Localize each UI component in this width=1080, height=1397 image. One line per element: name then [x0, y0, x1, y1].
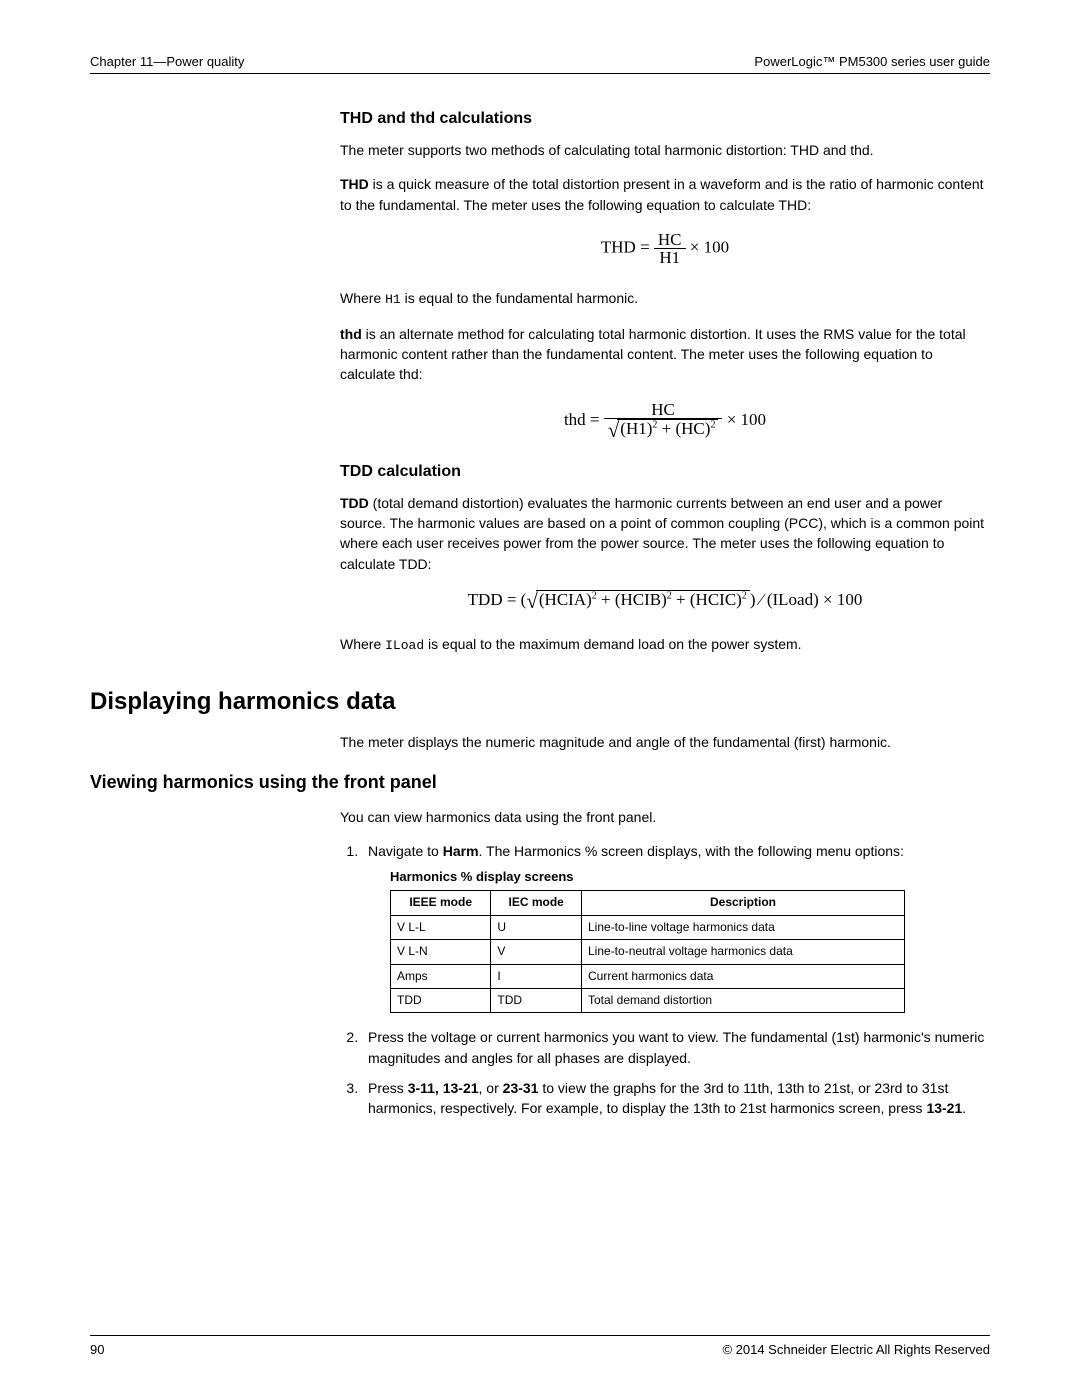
text: . The Harmonics % screen displays, with …: [479, 843, 904, 859]
table-header: IEC mode: [491, 891, 582, 915]
step-3: Press 3-11, 13-21, or 23-31 to view the …: [362, 1078, 990, 1119]
header-right: PowerLogic™ PM5300 series user guide: [754, 54, 990, 69]
code-text: H1: [385, 292, 401, 307]
text: is equal to the fundamental harmonic.: [401, 290, 638, 306]
term-bold: 3-11, 13-21: [408, 1080, 479, 1096]
table-row: TDD TDD Total demand distortion: [391, 988, 905, 1012]
equation-thd-upper: THD = HCH1 × 100: [340, 231, 990, 266]
harmonics-display-table: IEEE mode IEC mode Description V L-L U L…: [390, 890, 905, 1013]
table-header: IEEE mode: [391, 891, 491, 915]
table-cell: V L-N: [391, 940, 491, 964]
text: Where: [340, 636, 385, 652]
table-row: Amps I Current harmonics data: [391, 964, 905, 988]
paragraph: The meter displays the numeric magnitude…: [340, 732, 990, 752]
text: Press: [368, 1080, 408, 1096]
table-cell: TDD: [491, 988, 582, 1012]
heading-displaying-harmonics: Displaying harmonics data: [90, 688, 990, 716]
text: is an alternate method for calculating t…: [340, 326, 966, 383]
copyright: © 2014 Schneider Electric All Rights Res…: [722, 1342, 990, 1357]
paragraph: You can view harmonics data using the fr…: [340, 807, 990, 827]
text: Where: [340, 290, 385, 306]
header-left: Chapter 11—Power quality: [90, 54, 244, 69]
table-row: V L-L U Line-to-line voltage harmonics d…: [391, 915, 905, 939]
table-cell: TDD: [391, 988, 491, 1012]
table-row: V L-N V Line-to-neutral voltage harmonic…: [391, 940, 905, 964]
heading-tdd: TDD calculation: [340, 463, 990, 481]
paragraph: Where H1 is equal to the fundamental har…: [340, 288, 990, 310]
table-cell: Current harmonics data: [582, 964, 905, 988]
table-cell: I: [491, 964, 582, 988]
term-bold: 23-31: [503, 1080, 539, 1096]
table-cell: Line-to-neutral voltage harmonics data: [582, 940, 905, 964]
numbered-steps: Navigate to Harm. The Harmonics % screen…: [340, 841, 990, 1118]
term-bold: thd: [340, 326, 362, 342]
equation-tdd: TDD = (√(HCIA)2 + (HCIB)2 + (HCIC)2) ⁄ (…: [340, 590, 990, 612]
table-cell: Amps: [391, 964, 491, 988]
table-caption: Harmonics % display screens: [390, 868, 990, 887]
table-cell: V: [491, 940, 582, 964]
table-header: Description: [582, 891, 905, 915]
paragraph: The meter supports two methods of calcul…: [340, 140, 990, 160]
table-cell: U: [491, 915, 582, 939]
table-cell: Total demand distortion: [582, 988, 905, 1012]
paragraph: THD is a quick measure of the total dist…: [340, 174, 990, 215]
text: , or: [479, 1080, 503, 1096]
step-1: Navigate to Harm. The Harmonics % screen…: [362, 841, 990, 1013]
term-bold: THD: [340, 176, 369, 192]
table-cell: V L-L: [391, 915, 491, 939]
table-header-row: IEEE mode IEC mode Description: [391, 891, 905, 915]
text: (total demand distortion) evaluates the …: [340, 495, 984, 572]
text: is equal to the maximum demand load on t…: [424, 636, 801, 652]
term-bold: 13-21: [926, 1100, 962, 1116]
table-cell: Line-to-line voltage harmonics data: [582, 915, 905, 939]
page-footer: 90 © 2014 Schneider Electric All Rights …: [90, 1335, 990, 1357]
paragraph: TDD (total demand distortion) evaluates …: [340, 493, 990, 574]
page-number: 90: [90, 1342, 104, 1357]
code-text: ILoad: [385, 638, 424, 653]
paragraph: thd is an alternate method for calculati…: [340, 324, 990, 385]
term-bold: Harm: [443, 843, 479, 859]
heading-thd: THD and thd calculations: [340, 110, 990, 128]
text: .: [962, 1100, 966, 1116]
step-2: Press the voltage or current harmonics y…: [362, 1027, 990, 1068]
page-header: Chapter 11—Power quality PowerLogic™ PM5…: [90, 54, 990, 74]
text: is a quick measure of the total distorti…: [340, 176, 984, 212]
paragraph: Where ILoad is equal to the maximum dema…: [340, 634, 990, 656]
term-bold: TDD: [340, 495, 369, 511]
text: Navigate to: [368, 843, 443, 859]
equation-thd-lower: thd = HC√(H1)2 + (HC)2 × 100: [340, 401, 990, 441]
heading-viewing-harmonics: Viewing harmonics using the front panel: [90, 772, 990, 793]
